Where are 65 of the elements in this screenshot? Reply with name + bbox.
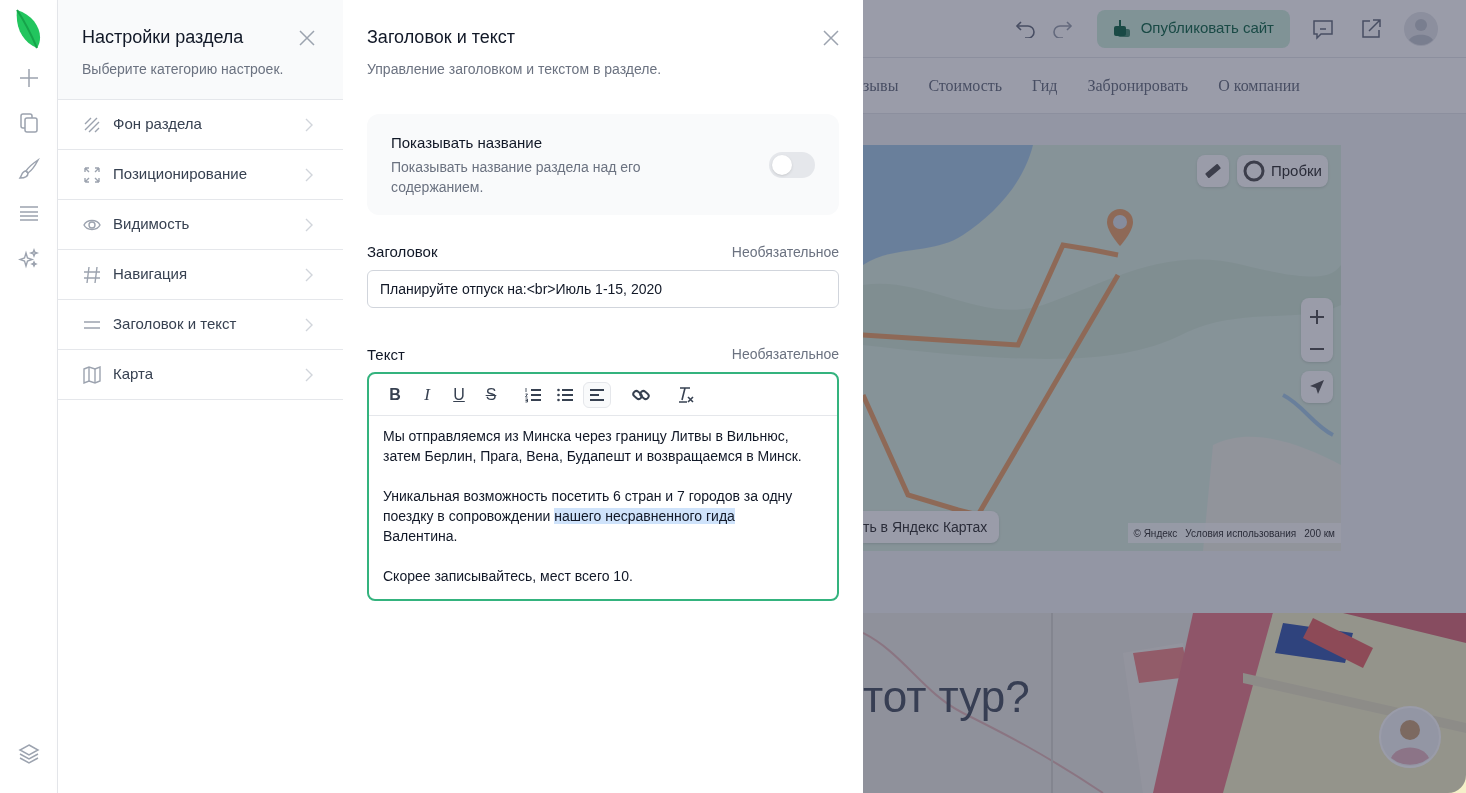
setting-title: Показывать название xyxy=(391,133,543,154)
zoom-in-icon[interactable] xyxy=(1310,310,1324,324)
chevron-right-icon xyxy=(305,367,313,382)
nav-link[interactable]: зывы xyxy=(863,73,899,98)
chevron-right-icon xyxy=(305,117,313,132)
italic-button: I xyxy=(413,381,441,408)
stripes-icon xyxy=(83,115,101,134)
map-scale: 200 км xyxy=(1304,526,1335,541)
expand-icon xyxy=(83,165,101,184)
optional-hint: Необязательное xyxy=(731,242,839,262)
brush-icon[interactable] xyxy=(17,158,40,180)
panel-subtitle: Выберите категорию настроек. xyxy=(82,60,285,79)
avatar[interactable] xyxy=(1379,706,1441,768)
locate-button[interactable] xyxy=(1301,371,1333,403)
field-label: Текст xyxy=(367,344,405,365)
panel-title: Настройки раздела xyxy=(82,26,244,49)
hash-icon xyxy=(83,265,101,284)
panel-title: Заголовок и текст xyxy=(367,26,516,49)
external-link-icon[interactable] xyxy=(1360,17,1382,40)
close-icon[interactable] xyxy=(299,29,315,46)
traffic-button[interactable]: Пробки xyxy=(1237,155,1328,187)
nav-link[interactable]: Гид xyxy=(1032,73,1058,98)
map-copyright: © Яндекс xyxy=(1133,526,1178,541)
chevron-right-icon xyxy=(305,217,313,232)
heading-input-field[interactable]: Планируйте отпуск на:<br>Июль 1-15, 2020 xyxy=(367,269,839,308)
nav-link[interactable]: Забронировать xyxy=(1087,73,1189,98)
pages-icon[interactable] xyxy=(18,113,39,133)
layers-icon[interactable] xyxy=(17,743,40,765)
chevron-right-icon xyxy=(305,317,313,332)
numbered-list-icon xyxy=(524,385,542,404)
close-icon[interactable] xyxy=(823,29,839,46)
panel-subtitle: Управление заголовком и текстом в разделе. xyxy=(367,60,663,79)
ruler-button[interactable] xyxy=(1197,155,1229,187)
field-label: Заголовок xyxy=(367,242,438,262)
sparkle-icon[interactable] xyxy=(17,248,40,270)
chat-icon[interactable] xyxy=(1312,17,1334,40)
navigation-arrow-icon xyxy=(1309,379,1325,395)
strike-button: S xyxy=(477,381,505,408)
terms-link[interactable]: Условия использования xyxy=(1185,525,1297,541)
redo-icon[interactable] xyxy=(1050,19,1073,38)
nav-link[interactable]: О компании xyxy=(1218,73,1300,98)
rich-text-editor[interactable] xyxy=(367,372,839,601)
add-icon[interactable] xyxy=(18,68,39,88)
paragraph: Скорее записывайтесь, мест всего 10. xyxy=(383,567,634,586)
rows-icon[interactable] xyxy=(18,205,39,223)
bold-button: B xyxy=(381,381,409,408)
chevron-right-icon xyxy=(305,267,313,282)
toggle-switch[interactable] xyxy=(769,151,815,178)
open-in-maps-button[interactable]: ть в Яндекс Картах xyxy=(863,511,1000,543)
section-heading: тот тур? xyxy=(863,675,1030,719)
settings-item[interactable]: Карта xyxy=(58,350,343,400)
chevron-right-icon xyxy=(305,167,313,182)
paragraph: Уникальная возможность посетить 6 стран и 7 городов за одну поездку в сопровождении нашего несравненного гида Валентина. xyxy=(383,487,794,546)
underline-button: U xyxy=(445,381,473,408)
undo-icon[interactable] xyxy=(1014,19,1037,38)
nav-link[interactable]: Стоимость xyxy=(928,73,1003,98)
avatar-icon[interactable] xyxy=(1404,11,1438,46)
zoom-control[interactable] xyxy=(1301,298,1333,362)
clear-format-icon xyxy=(676,385,694,404)
leaf-logo-icon xyxy=(14,8,43,50)
optional-hint: Необязательное xyxy=(731,345,839,365)
setting-description: Показывать название раздела над его содержанием. xyxy=(391,157,642,197)
paragraph: Мы отправляемся из Минска через границу Литвы в Вильнюс, затем Берлин, Прага, Вена, Будапешт и возвращаемся в Минск. xyxy=(383,427,803,466)
map-icon xyxy=(83,365,101,384)
publish-button[interactable]: Опубликовать сайт xyxy=(1096,9,1290,48)
